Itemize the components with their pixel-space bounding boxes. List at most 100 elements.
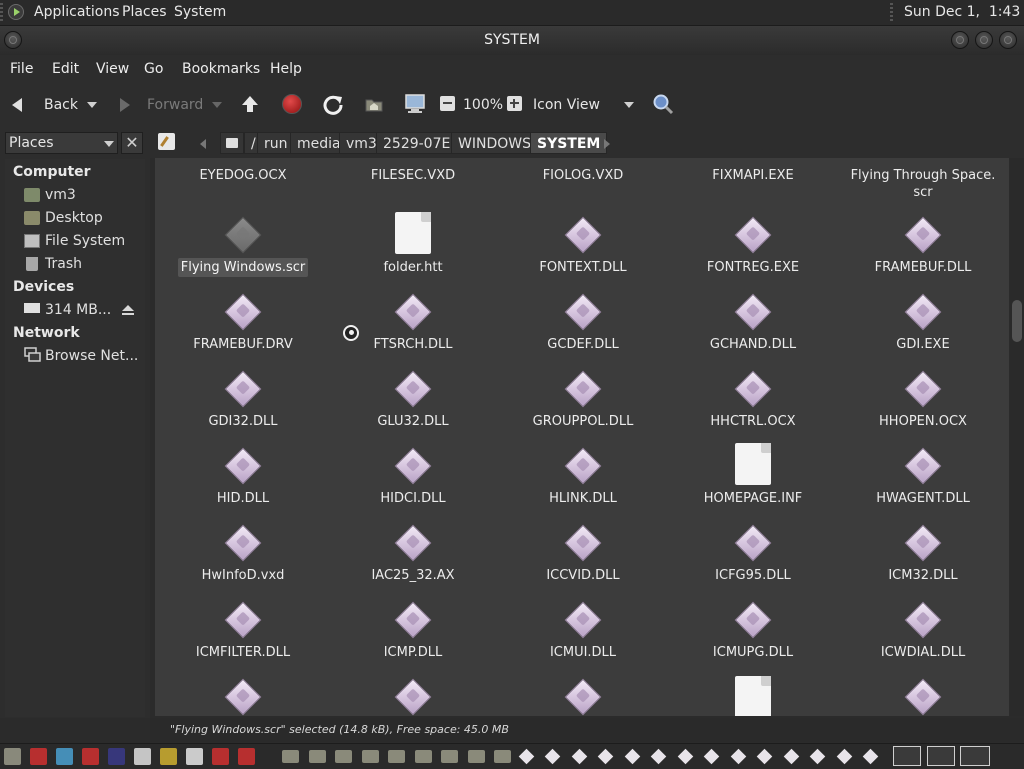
launcher-icon[interactable] (4, 748, 21, 765)
workspace-switcher-icon[interactable] (927, 746, 955, 766)
file-item[interactable]: HOMEPAGE.INF (668, 441, 838, 517)
edit-location-icon[interactable] (158, 133, 175, 150)
window-list-file-icon[interactable] (650, 748, 667, 765)
zoom-out-icon[interactable] (440, 96, 455, 111)
file-item-partial[interactable] (498, 672, 668, 716)
sidebar-item-vm3[interactable]: vm3 (45, 187, 76, 203)
workspace-switcher-icon[interactable] (960, 746, 990, 766)
file-item[interactable]: ICWDIAL.DLL (838, 595, 1008, 671)
reload-icon[interactable] (322, 93, 344, 115)
window-list-folder-icon[interactable] (388, 750, 405, 763)
scrollbar-thumb[interactable] (1012, 300, 1022, 342)
window-list-file-icon[interactable] (862, 748, 879, 765)
applications-menu[interactable]: Applications (34, 4, 120, 20)
home-folder-icon[interactable] (364, 94, 384, 114)
launcher-icon[interactable] (238, 748, 255, 765)
launcher-icon[interactable] (160, 748, 177, 765)
eject-icon[interactable] (121, 304, 135, 316)
forward-button[interactable]: Forward (114, 90, 214, 120)
window-list-file-icon[interactable] (624, 748, 640, 765)
sidebar-item-device[interactable]: 314 MB... (45, 302, 111, 318)
launcher-icon[interactable] (134, 748, 151, 765)
maximize-button[interactable] (975, 31, 993, 49)
crumb-run[interactable]: run (257, 132, 295, 154)
file-item[interactable]: Flying Windows.scr (158, 210, 328, 286)
window-list-file-icon[interactable] (677, 748, 693, 765)
clock[interactable]: Sun Dec 1, 1:43 PM (904, 4, 1024, 20)
file-item[interactable]: GCHAND.DLL (668, 287, 838, 363)
menu-help[interactable]: Help (270, 61, 302, 77)
forward-history-dropdown[interactable] (212, 102, 222, 108)
file-item-partial[interactable] (158, 672, 328, 716)
sidebar-close-button[interactable]: ✕ (121, 132, 143, 154)
workspace-switcher-icon[interactable] (893, 746, 921, 766)
sidebar-item-desktop[interactable]: Desktop (45, 210, 103, 226)
file-item[interactable]: FIXMAPI.EXE (668, 158, 838, 208)
file-item[interactable]: GDI32.DLL (158, 364, 328, 440)
file-item[interactable]: GCDEF.DLL (498, 287, 668, 363)
launcher-icon[interactable] (212, 748, 229, 765)
file-item[interactable]: HwInfoD.vxd (158, 518, 328, 594)
window-list-file-icon[interactable] (571, 748, 587, 765)
file-item[interactable]: FILESEC.VXD (328, 158, 498, 208)
window-list-folder-icon[interactable] (414, 750, 432, 763)
file-item[interactable]: ICMP.DLL (328, 595, 498, 671)
menu-view[interactable]: View (96, 61, 129, 77)
file-item[interactable]: ICMUPG.DLL (668, 595, 838, 671)
stop-icon[interactable] (282, 94, 302, 114)
file-item[interactable]: HWAGENT.DLL (838, 441, 1008, 517)
menu-go[interactable]: Go (144, 61, 163, 77)
window-list-folder-icon[interactable] (441, 750, 458, 763)
file-item[interactable]: ICMUI.DLL (498, 595, 668, 671)
file-item[interactable]: HHCTRL.OCX (668, 364, 838, 440)
file-item[interactable]: folder.htt (328, 210, 498, 286)
vertical-scrollbar[interactable] (1010, 158, 1024, 716)
window-list-folder-icon[interactable] (361, 750, 379, 763)
file-item[interactable]: FRAMEBUF.DLL (838, 210, 1008, 286)
menu-bookmarks[interactable]: Bookmarks (182, 61, 260, 77)
file-item-partial[interactable] (838, 672, 1008, 716)
view-mode-select[interactable]: Icon View (528, 91, 638, 117)
file-item[interactable]: GLU32.DLL (328, 364, 498, 440)
file-icon-view[interactable]: EYEDOG.OCX FILESEC.VXD FIOLOG.VXD FIXMAPI.E… (155, 158, 1009, 716)
window-list-file-icon[interactable] (809, 748, 826, 765)
menu-edit[interactable]: Edit (52, 61, 79, 77)
file-item-partial[interactable] (328, 672, 498, 716)
crumb-scroll-left-icon[interactable] (200, 139, 206, 149)
window-list-folder-icon[interactable] (282, 750, 299, 763)
window-list-file-icon[interactable] (544, 748, 561, 765)
file-item[interactable]: ICFG95.DLL (668, 518, 838, 594)
menu-file[interactable]: File (10, 61, 33, 77)
file-item[interactable]: FONTREG.EXE (668, 210, 838, 286)
search-icon[interactable] (652, 93, 674, 115)
sidebar-item-file-system[interactable]: File System (45, 233, 125, 249)
crumb-scroll-right-icon[interactable] (604, 139, 610, 149)
file-item[interactable]: ICM32.DLL (838, 518, 1008, 594)
file-item[interactable]: GROUPPOL.DLL (498, 364, 668, 440)
file-item[interactable]: HIDCI.DLL (328, 441, 498, 517)
file-item[interactable]: FRAMEBUF.DRV (158, 287, 328, 363)
launcher-icon[interactable] (56, 748, 73, 765)
sidebar-item-trash[interactable]: Trash (45, 256, 82, 272)
file-item[interactable]: Flying Through Space. scr (838, 158, 1008, 208)
file-item-partial[interactable] (668, 672, 838, 716)
file-item[interactable]: HHOPEN.OCX (838, 364, 1008, 440)
window-list-folder-icon[interactable] (467, 750, 485, 763)
window-list-folder-icon[interactable] (308, 750, 326, 763)
minimize-button[interactable] (951, 31, 969, 49)
file-item[interactable]: EYEDOG.OCX (158, 158, 328, 208)
launcher-icon[interactable] (186, 748, 203, 765)
window-list-folder-icon[interactable] (494, 750, 511, 763)
zoom-in-icon[interactable] (507, 96, 522, 111)
zoom-level[interactable]: 100% (463, 97, 503, 113)
window-list-file-icon[interactable] (756, 748, 773, 765)
crumb-root-drive[interactable] (220, 132, 244, 154)
file-item[interactable]: GDI.EXE (838, 287, 1008, 363)
back-history-dropdown[interactable] (87, 102, 97, 108)
file-item[interactable]: FONTEXT.DLL (498, 210, 668, 286)
window-titlebar[interactable]: SYSTEM (0, 26, 1024, 54)
window-list-file-icon[interactable] (518, 748, 534, 765)
file-item[interactable]: IAC25_32.AX (328, 518, 498, 594)
file-item[interactable]: HID.DLL (158, 441, 328, 517)
window-list-file-icon[interactable] (730, 748, 746, 765)
